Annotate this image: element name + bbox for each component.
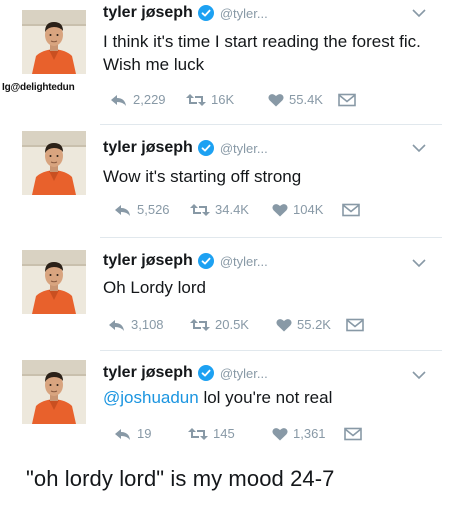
tweet-actions: 3,108 20.5K 55.2K (108, 317, 364, 332)
like-button[interactable]: 55.2K (276, 317, 340, 332)
user-handle[interactable]: @tyler... (220, 141, 268, 156)
display-name[interactable]: tyler jøseph (103, 4, 193, 22)
user-handle[interactable]: @tyler... (220, 254, 268, 269)
reply-count: 19 (137, 426, 152, 441)
reply-button[interactable]: 5,526 (114, 202, 176, 217)
tweet-header: tyler jøseph @tyler... (103, 139, 268, 157)
reply-count: 2,229 (133, 92, 166, 107)
heart-icon (272, 203, 288, 216)
display-name[interactable]: tyler jøseph (103, 139, 193, 157)
retweet-count: 145 (213, 426, 235, 441)
tweet-body: Oh Lordy lord (103, 278, 206, 297)
tweet-actions: 5,526 34.4K 104K (114, 202, 360, 217)
chevron-down-icon[interactable] (412, 8, 426, 18)
chevron-down-icon[interactable] (412, 258, 426, 268)
retweet-count: 16K (211, 92, 235, 107)
tweet-header: tyler jøseph @tyler... (103, 252, 268, 270)
retweet-count: 20.5K (215, 317, 249, 332)
retweet-icon (188, 427, 208, 440)
tweet-card[interactable]: Ig@delightedun tyler jøseph @tyler... I … (0, 0, 452, 112)
retweet-button[interactable]: 20.5K (190, 317, 270, 332)
user-handle[interactable]: @tyler... (220, 6, 268, 21)
reply-button[interactable]: 2,229 (110, 92, 172, 107)
retweet-icon (190, 318, 210, 331)
tweet-text: Wow it's starting off strong (103, 165, 423, 188)
tweet-body: Wow it's starting off strong (103, 167, 302, 186)
avatar[interactable] (22, 10, 86, 74)
tweet-card[interactable]: tyler jøseph @tyler... @joshuadun lol yo… (0, 348, 452, 460)
verified-badge-icon (197, 365, 214, 381)
tweet-header: tyler jøseph @tyler... (103, 4, 268, 22)
tweet-header: tyler jøseph @tyler... (103, 364, 268, 382)
reply-count: 5,526 (137, 202, 170, 217)
user-handle[interactable]: @tyler... (220, 366, 268, 381)
tweet-text: Oh Lordy lord (103, 276, 423, 299)
retweet-icon (186, 93, 206, 106)
reply-arrow-icon (115, 204, 130, 216)
tweet-actions: 19 145 1,361 (114, 426, 362, 441)
tweet-text: @joshuadun lol you're not real (103, 386, 423, 409)
like-count: 1,361 (293, 426, 326, 441)
retweet-button[interactable]: 16K (186, 92, 254, 107)
tweet-actions: 2,229 16K 55.4K (110, 92, 356, 107)
tweet-body: lol you're not real (198, 388, 333, 407)
avatar[interactable] (22, 360, 86, 424)
retweet-button[interactable]: 34.4K (190, 202, 266, 217)
envelope-icon[interactable] (342, 203, 360, 217)
meme-caption: "oh lordy lord" is my mood 24-7 (26, 466, 335, 491)
chevron-down-icon[interactable] (412, 370, 426, 380)
reply-arrow-icon (111, 94, 126, 106)
reply-count: 3,108 (131, 317, 164, 332)
heart-icon (276, 318, 292, 331)
display-name[interactable]: tyler jøseph (103, 252, 193, 270)
like-count: 104K (293, 202, 324, 217)
tweet-card[interactable]: tyler jøseph @tyler... Oh Lordy lord 3,1… (0, 236, 452, 348)
envelope-icon[interactable] (344, 427, 362, 441)
tweet-card[interactable]: tyler jøseph @tyler... Wow it's starting… (0, 121, 452, 233)
avatar[interactable] (22, 250, 86, 314)
reply-button[interactable]: 3,108 (108, 317, 178, 332)
tweet-body: I think it's time I start reading the fo… (103, 32, 421, 74)
like-count: 55.4K (289, 92, 323, 107)
reply-button[interactable]: 19 (114, 426, 172, 441)
like-button[interactable]: 55.4K (268, 92, 332, 107)
tweet-mention[interactable]: @joshuadun (103, 388, 199, 407)
avatar[interactable] (22, 131, 86, 195)
envelope-icon[interactable] (346, 318, 364, 332)
reply-arrow-icon (115, 428, 130, 440)
heart-icon (272, 427, 288, 440)
like-count: 55.2K (297, 317, 331, 332)
reply-arrow-icon (109, 319, 124, 331)
tweet-text: I think it's time I start reading the fo… (103, 30, 423, 76)
verified-badge-icon (197, 253, 214, 269)
retweet-count: 34.4K (215, 202, 249, 217)
envelope-icon[interactable] (338, 93, 356, 107)
retweet-icon (190, 203, 210, 216)
like-button[interactable]: 1,361 (272, 426, 338, 441)
chevron-down-icon[interactable] (412, 143, 426, 153)
watermark-text: Ig@delightedun (2, 82, 75, 93)
display-name[interactable]: tyler jøseph (103, 364, 193, 382)
verified-badge-icon (197, 5, 214, 21)
heart-icon (268, 93, 284, 106)
retweet-button[interactable]: 145 (188, 426, 258, 441)
verified-badge-icon (197, 140, 214, 156)
like-button[interactable]: 104K (272, 202, 334, 217)
